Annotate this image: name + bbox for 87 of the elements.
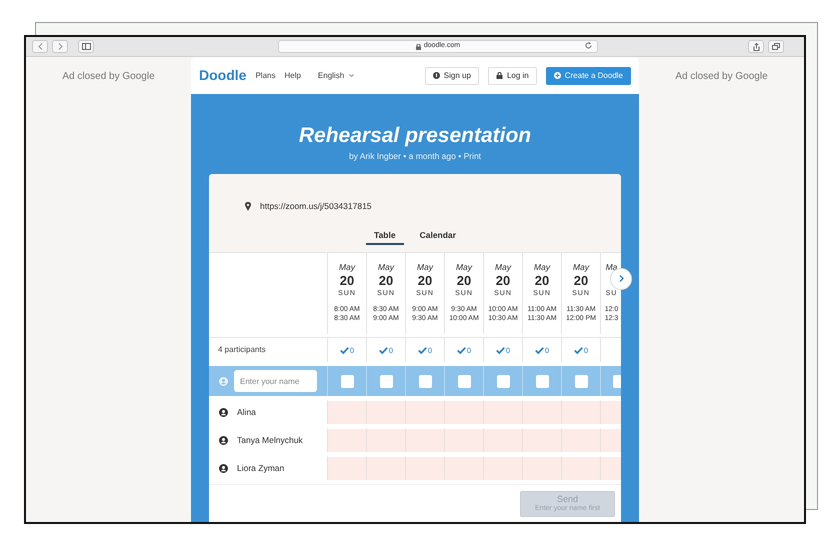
participant-name: Tanya Melnychuk (237, 434, 303, 447)
tabs-icon (772, 43, 780, 50)
sidebar-icon (82, 43, 90, 50)
response-cell (522, 400, 561, 424)
info-icon (432, 72, 440, 79)
response-cell (522, 456, 561, 480)
response-cell (561, 400, 600, 424)
participant-count: 4 participants (209, 337, 327, 362)
plus-icon (554, 72, 561, 79)
response-cell (561, 456, 600, 480)
poll-byline: by Arik Ingber • a month ago • Print (348, 150, 482, 163)
ad-notice: Ad closed by Google (675, 70, 768, 84)
vote-checkbox[interactable] (496, 374, 510, 388)
month-label: May (572, 260, 590, 274)
back-button[interactable] (32, 40, 48, 53)
response-cell (444, 400, 483, 424)
location-link[interactable]: https://zoom.us/j/5034317815 (260, 200, 372, 214)
response-cell (483, 456, 522, 480)
checkmark-icon (496, 346, 505, 354)
response-cell (561, 428, 600, 452)
checkmark-icon (574, 346, 583, 354)
response-cell (405, 428, 444, 452)
language-dropdown[interactable]: English (318, 70, 354, 82)
sidebar-button[interactable] (78, 40, 94, 53)
vote-checkbox[interactable] (536, 374, 548, 388)
day-number: 20 (340, 274, 354, 289)
day-number: 20 (418, 274, 432, 289)
login-button[interactable]: Log in (488, 66, 537, 84)
month-label: May (494, 260, 512, 274)
response-cell (366, 400, 405, 424)
caret-icon (349, 74, 354, 77)
response-cell (366, 428, 405, 452)
logo[interactable]: Doodle (199, 65, 246, 86)
response-cell (522, 428, 561, 452)
day-number: 20 (496, 274, 510, 289)
day-number: 20 (456, 274, 472, 289)
response-cell (366, 456, 405, 480)
poll-title: Rehearsal presentation (298, 124, 532, 148)
nav-link[interactable]: Help (284, 70, 301, 82)
response-cell (444, 456, 483, 480)
checkmark-icon (378, 346, 388, 354)
tabs-button[interactable] (768, 40, 784, 53)
month-label: May (378, 260, 394, 274)
checkmark-icon (340, 346, 349, 354)
response-cell (405, 456, 444, 480)
day-number: 20 (534, 274, 550, 289)
vote-checkbox[interactable] (340, 374, 354, 388)
ad-notice: Ad closed by Google (62, 70, 155, 84)
user-icon (219, 376, 228, 386)
reload-icon (585, 42, 592, 49)
checkmark-icon (534, 346, 544, 354)
participant-name: Alina (237, 406, 256, 419)
share-button[interactable] (748, 40, 764, 53)
checkmark-icon (418, 346, 427, 354)
nav-link[interactable]: Plans (255, 70, 276, 82)
day-number: 20 (378, 274, 394, 289)
month-label: May (534, 260, 550, 274)
vote-checkbox[interactable] (380, 374, 392, 388)
signup-button[interactable]: Sign up (424, 66, 479, 84)
day-number: 20 (574, 274, 588, 289)
month-label: May (338, 260, 356, 274)
view-tab[interactable]: Table (366, 228, 404, 245)
lock-icon (416, 44, 421, 50)
response-cell (405, 400, 444, 424)
share-icon (752, 42, 760, 50)
response-cell (444, 428, 483, 452)
response-cell (483, 428, 522, 452)
participant-name: Liora Zyman (237, 462, 284, 476)
vote-checkbox[interactable] (458, 374, 470, 388)
user-icon (219, 436, 228, 446)
lock-icon (496, 72, 503, 79)
forward-icon (58, 43, 62, 50)
checkmark-icon (456, 346, 466, 354)
month-label: Ma (606, 260, 618, 274)
user-icon (219, 408, 228, 417)
chevron-right-icon (618, 275, 624, 282)
back-icon (38, 43, 42, 50)
user-icon (219, 464, 228, 474)
forward-button[interactable] (52, 40, 68, 53)
vote-checkbox[interactable] (574, 374, 588, 388)
vote-checkbox[interactable] (418, 374, 432, 388)
month-label: May (416, 260, 434, 274)
name-input[interactable]: Enter your name (234, 370, 317, 392)
month-label: May (456, 260, 472, 274)
location-pin-icon (245, 202, 251, 212)
response-cell (483, 400, 522, 424)
view-tab[interactable]: Calendar (412, 228, 464, 245)
